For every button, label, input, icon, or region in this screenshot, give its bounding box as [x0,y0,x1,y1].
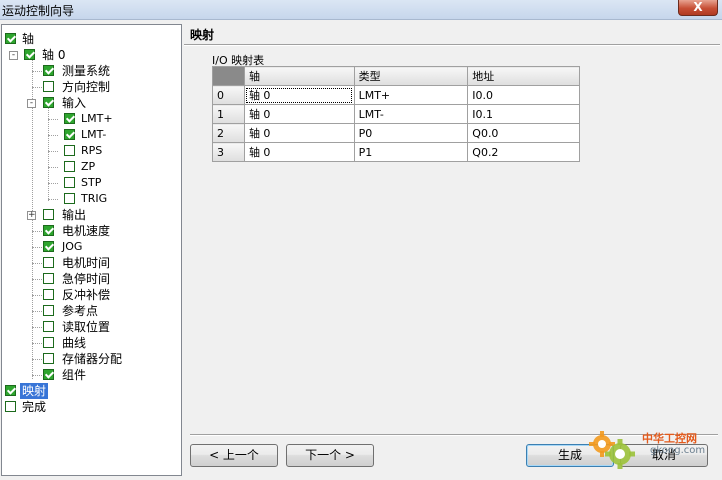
table-header-row: 轴 类型 地址 [212,66,580,86]
checkbox-icon[interactable] [43,321,54,332]
checkbox-icon[interactable] [43,369,54,380]
cell-type[interactable]: LMT+ [353,85,469,105]
table-row: 3 轴 0 P1 Q0.2 [212,142,580,162]
table-row: 0 轴 0 LMT+ I0.0 [212,85,580,105]
tree-item-label: 曲线 [62,336,87,350]
cell-axis[interactable]: 轴 0 [243,123,355,143]
tree-item-label: RPS [81,144,103,157]
checkbox-icon[interactable] [43,257,54,268]
cell-address[interactable]: Q0.2 [467,142,580,162]
collapse-icon[interactable]: - [9,51,18,60]
tree-item-label: LMT+ [81,112,113,125]
checkbox-icon[interactable] [43,353,54,364]
checkbox-icon[interactable] [64,145,75,156]
tree-item-label: 反冲补偿 [62,288,111,302]
checkbox-icon[interactable] [64,113,75,124]
tree-item-label: 映射 [20,383,49,399]
checkbox-icon[interactable] [64,161,75,172]
table-row: 1 轴 0 LMT- I0.1 [212,104,580,124]
window-title: 运动控制向导 [2,4,75,18]
watermark-logo: 中华工控网 gkong.com [586,424,716,474]
tree-item-label: 读取位置 [62,320,111,334]
checkbox-icon[interactable] [43,97,54,108]
checkbox-icon[interactable] [5,33,16,44]
column-header-address[interactable]: 地址 [467,66,580,86]
checkbox-icon[interactable] [64,129,75,140]
column-header-type[interactable]: 类型 [353,66,469,86]
tree-item-label: STP [81,176,102,189]
tree-item-label: 完成 [22,400,47,414]
checkbox-icon[interactable] [43,81,54,92]
checkbox-icon[interactable] [43,337,54,348]
tree-item-label: LMT- [81,128,107,141]
cell-axis[interactable]: 轴 0 [243,104,355,124]
main-panel: 映射 I/O 映射表 轴 类型 地址 0 轴 0 LMT+ I0.0 1 轴 0… [184,24,720,476]
tree-item-label: TRIG [81,192,108,205]
checkbox-icon[interactable] [5,401,16,412]
cell-type[interactable]: P1 [353,142,469,162]
checkbox-icon[interactable] [43,241,54,252]
row-index[interactable]: 1 [212,104,245,124]
tree-item-label: ZP [81,160,96,173]
watermark-title: 中华工控网 [642,432,697,445]
page-title: 映射 [190,28,215,42]
prev-button[interactable]: < 上一个 [190,444,278,467]
row-index[interactable]: 3 [212,142,245,162]
collapse-icon[interactable]: - [27,99,36,108]
wizard-tree: 轴 - 轴 0 测量系统 方向控制 - 输入 LMT+ LMT- RPS ZP [1,24,182,476]
checkbox-icon[interactable] [43,289,54,300]
column-header-axis[interactable]: 轴 [243,66,355,86]
tree-item-label: 电机速度 [62,224,111,238]
cell-axis[interactable]: 轴 0 [243,85,355,105]
cell-address[interactable]: I0.1 [467,104,580,124]
gear-icon [589,431,635,469]
next-button[interactable]: 下一个 > [286,444,374,467]
tree-item-label: 方向控制 [62,80,111,94]
checkbox-icon[interactable] [43,65,54,76]
checkbox-icon[interactable] [5,385,16,396]
row-index[interactable]: 0 [212,85,245,105]
checkbox-icon[interactable] [43,273,54,284]
divider [184,44,720,46]
checkbox-icon[interactable] [64,177,75,188]
tree-item-label: JOG [62,240,83,253]
checkbox-icon[interactable] [43,225,54,236]
cell-address[interactable]: Q0.0 [467,123,580,143]
tree-item-label: 组件 [62,368,87,382]
checkbox-icon[interactable] [24,49,35,60]
cell-type[interactable]: P0 [353,123,469,143]
tree-item-label: 轴 0 [42,48,66,62]
tree-item-label: 输出 [62,208,87,222]
io-mapping-table: 轴 类型 地址 0 轴 0 LMT+ I0.0 1 轴 0 LMT- I0.1 … [212,66,580,162]
row-index[interactable]: 2 [212,123,245,143]
cell-axis[interactable]: 轴 0 [243,142,355,162]
cell-address[interactable]: I0.0 [467,85,580,105]
tree-item-label: 存储器分配 [62,352,123,366]
checkbox-icon[interactable] [43,209,54,220]
tree-item-label: 参考点 [62,304,99,318]
close-button[interactable]: X [678,0,718,16]
corner-cell [212,66,245,86]
expand-icon[interactable]: + [27,211,36,220]
checkbox-icon[interactable] [64,193,75,204]
title-bar: 运动控制向导 X [0,0,722,20]
tree-item-label: 急停时间 [62,272,111,286]
cell-type[interactable]: LMT- [353,104,469,124]
tree-item-label: 轴 [22,32,35,46]
checkbox-icon[interactable] [43,305,54,316]
table-row: 2 轴 0 P0 Q0.0 [212,123,580,143]
tree-item-label: 测量系统 [62,64,111,78]
tree-item-label: 输入 [62,96,87,110]
close-icon: X [693,0,703,14]
tree-item-label: 电机时间 [62,256,111,270]
watermark-subtitle: gkong.com [650,445,706,456]
